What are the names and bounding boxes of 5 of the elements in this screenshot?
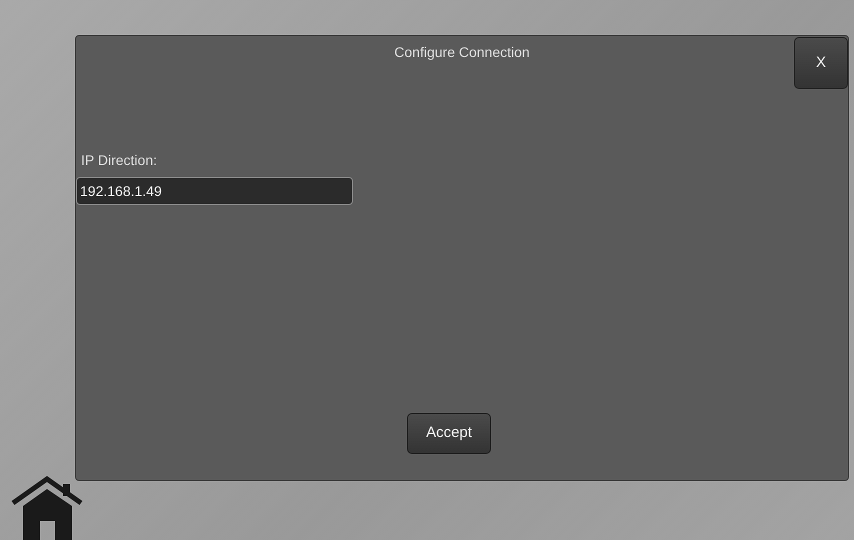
dialog-title: Configure Connection <box>394 43 530 62</box>
field-label: IP Direction: <box>81 151 157 170</box>
close-button[interactable]: X <box>794 37 848 89</box>
ip-address-field[interactable]: 192.168.1.49 <box>76 177 353 205</box>
accept-button[interactable]: Accept <box>407 413 491 454</box>
